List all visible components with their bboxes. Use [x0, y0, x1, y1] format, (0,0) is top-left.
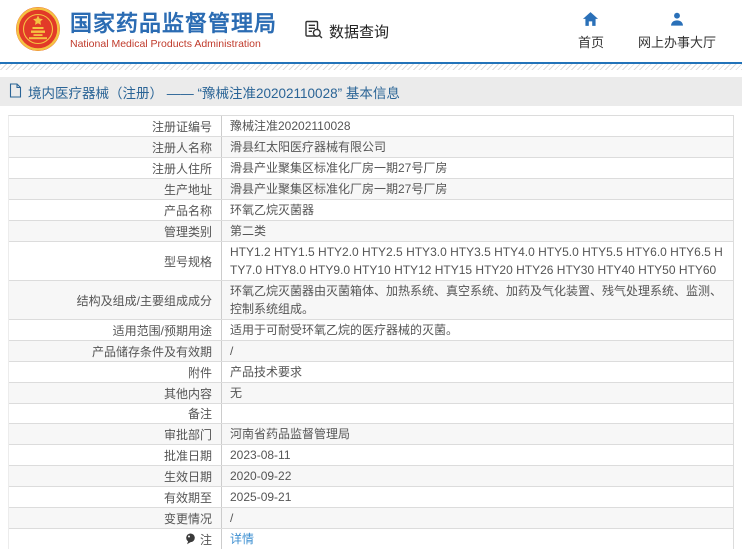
row-label: 产品储存条件及有效期	[91, 344, 212, 359]
row-value: 产品技术要求	[221, 362, 733, 382]
site-header: 国家药品监督管理局 National Medical Products Admi…	[0, 0, 742, 62]
row-label: 注册证编号	[151, 119, 212, 134]
info-table: 注册证编号 豫械注准20202110028 注册人名称 滑县红太阳医疗器械有限公…	[8, 115, 734, 549]
row-value: 河南省药品监督管理局	[221, 424, 733, 444]
table-row: 批准日期 2023-08-11	[9, 445, 733, 466]
row-label: 备注	[187, 407, 212, 421]
row-value: /	[221, 508, 733, 528]
table-row: 注册人名称 滑县红太阳医疗器械有限公司	[9, 137, 733, 158]
row-label: 有效期至	[163, 490, 212, 505]
row-value	[221, 404, 733, 423]
data-query-icon	[303, 19, 324, 44]
row-value: 详情	[221, 529, 733, 549]
org-title-en: National Medical Products Administration	[70, 38, 261, 50]
nav-item-service-hall[interactable]: 网上办事大厅	[638, 11, 716, 51]
home-icon	[582, 11, 599, 30]
table-row: 有效期至 2025-09-21	[9, 487, 733, 508]
user-icon	[669, 11, 685, 30]
table-row: 注册人住所 滑县产业聚集区标准化厂房一期27号厂房	[9, 158, 733, 179]
row-value: 2020-09-22	[221, 466, 733, 486]
hatch-band	[0, 64, 742, 70]
table-row: 生效日期 2020-09-22	[9, 466, 733, 487]
data-query-label: 数据查询	[329, 23, 390, 41]
table-row: 产品名称 环氧乙烷灭菌器	[9, 200, 733, 221]
table-row: 变更情况 /	[9, 508, 733, 529]
row-label: 注	[199, 532, 212, 547]
detail-link[interactable]: 详情	[230, 530, 254, 548]
table-row: 结构及组成/主要组成成分 环氧乙烷灭菌器由灭菌箱体、加热系统、真空系统、加药及气…	[9, 281, 733, 320]
row-value: 滑县产业聚集区标准化厂房一期27号厂房	[221, 158, 733, 178]
table-row: 其他内容 无	[9, 383, 733, 404]
row-label: 型号规格	[163, 254, 212, 269]
row-value: 无	[221, 383, 733, 403]
row-label: 审批部门	[163, 427, 212, 442]
row-label: 产品名称	[163, 203, 212, 218]
national-emblem-icon	[15, 6, 61, 57]
row-label: 附件	[187, 365, 212, 380]
table-row: 注册证编号 豫械注准20202110028	[9, 116, 733, 137]
site-logo[interactable]: 国家药品监督管理局 National Medical Products Admi…	[15, 6, 277, 57]
row-value: 滑县产业聚集区标准化厂房一期27号厂房	[221, 179, 733, 199]
table-row: 管理类别 第二类	[9, 221, 733, 242]
row-label: 适用范围/预期用途	[112, 323, 212, 338]
table-row: 产品储存条件及有效期 /	[9, 341, 733, 362]
breadcrumb-label: 境内医疗器械（注册） —— “豫械注准20202110028” 基本信息	[28, 85, 400, 101]
nav-item-label: 网上办事大厅	[637, 35, 716, 50]
row-label: 变更情况	[163, 511, 212, 526]
row-label: 结构及组成/主要组成成分	[76, 293, 212, 308]
table-row: 附件 产品技术要求	[9, 362, 733, 383]
table-row: 生产地址 滑县产业聚集区标准化厂房一期27号厂房	[9, 179, 733, 200]
row-value: HTY1.2 HTY1.5 HTY2.0 HTY2.5 HTY3.0 HTY3.…	[221, 242, 733, 280]
header-nav: 首页 网上办事大厅	[578, 11, 730, 51]
nav-item-label: 首页	[577, 35, 604, 50]
row-label: 注册人名称	[151, 140, 212, 155]
row-value: 滑县红太阳医疗器械有限公司	[221, 137, 733, 157]
row-label: 生产地址	[163, 182, 212, 197]
table-row: 适用范围/预期用途 适用于可耐受环氧乙烷的医疗器械的灭菌。	[9, 320, 733, 341]
document-icon	[9, 82, 22, 101]
row-value: 2023-08-11	[221, 445, 733, 465]
data-query-tab[interactable]: 数据查询	[303, 19, 389, 44]
org-title: 国家药品监督管理局	[70, 11, 278, 36]
row-value: /	[221, 341, 733, 361]
row-value: 环氧乙烷灭菌器由灭菌箱体、加热系统、真空系统、加药及气化装置、残气处理系统、监测…	[221, 281, 733, 319]
row-value: 环氧乙烷灭菌器	[221, 200, 733, 220]
nav-item-home[interactable]: 首页	[578, 11, 604, 51]
row-value: 2025-09-21	[221, 487, 733, 507]
row-value: 豫械注准20202110028	[221, 116, 733, 136]
row-label: 管理类别	[163, 224, 212, 239]
breadcrumb: 境内医疗器械（注册） —— “豫械注准20202110028” 基本信息	[0, 77, 742, 106]
table-row: 注 详情	[9, 529, 733, 549]
row-label: 生效日期	[163, 469, 212, 484]
table-row: 审批部门 河南省药品监督管理局	[9, 424, 733, 445]
row-value: 第二类	[221, 221, 733, 241]
row-label: 批准日期	[163, 448, 212, 463]
table-row: 型号规格 HTY1.2 HTY1.5 HTY2.0 HTY2.5 HTY3.0 …	[9, 242, 733, 281]
note-icon	[185, 533, 196, 545]
table-row: 备注	[9, 404, 733, 424]
row-value: 适用于可耐受环氧乙烷的医疗器械的灭菌。	[221, 320, 733, 340]
row-label: 注册人住所	[151, 161, 212, 176]
row-label: 其他内容	[163, 386, 212, 401]
